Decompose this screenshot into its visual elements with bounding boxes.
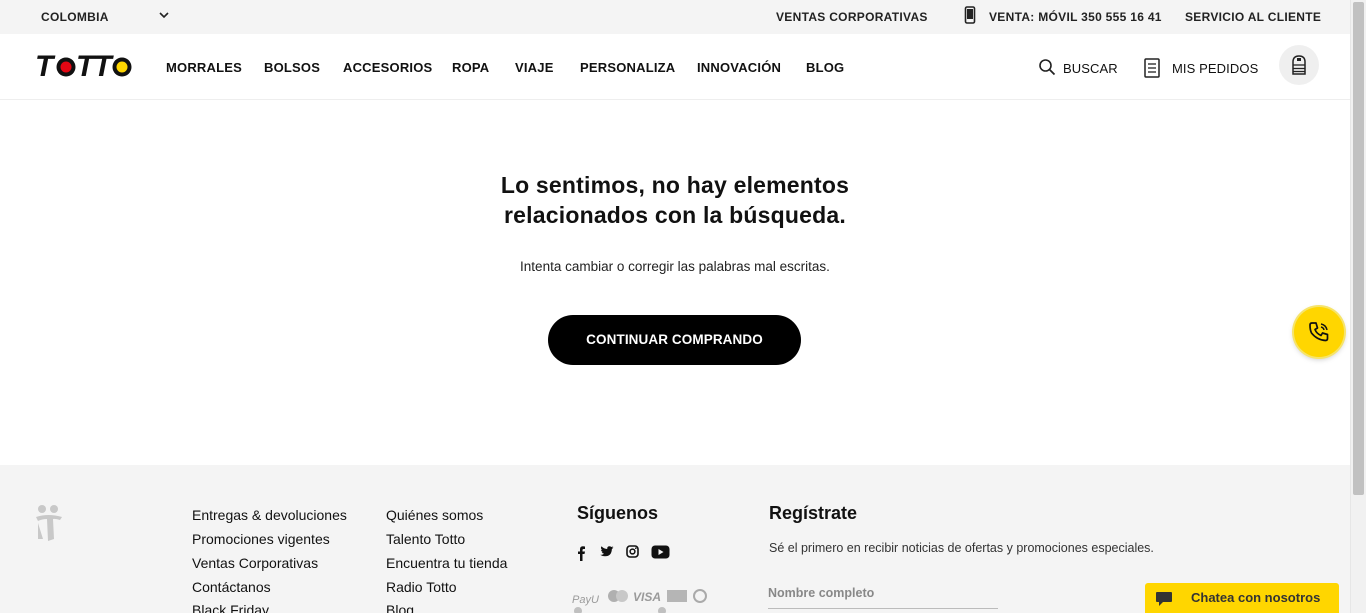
page: COLOMBIA VENTAS CORPORATIVAS VENTA: MÓVI…	[0, 0, 1366, 613]
no-results-subtitle: Intenta cambiar o corregir las palabras …	[520, 259, 830, 274]
facebook-icon[interactable]	[576, 545, 586, 561]
country-selector-label[interactable]: COLOMBIA	[41, 10, 109, 24]
corporate-sales-link[interactable]: VENTAS CORPORATIVAS	[776, 10, 928, 24]
mobile-phone-icon	[964, 6, 976, 24]
footer-link-talent[interactable]: Talento Totto	[386, 531, 465, 547]
full-name-input[interactable]	[768, 577, 998, 609]
nav-personaliza[interactable]: PERSONALIZA	[580, 60, 675, 75]
footer-link-corporate-sales[interactable]: Ventas Corporativas	[192, 555, 318, 571]
backpack-icon	[1292, 55, 1306, 75]
scrollbar-thumb[interactable]	[1353, 2, 1364, 495]
chat-label: Chatea con nosotros	[1191, 590, 1321, 605]
register-heading: Regístrate	[769, 503, 858, 523]
footer-link-radio[interactable]: Radio Totto	[386, 579, 457, 595]
svg-text:TT: TT	[76, 50, 114, 83]
twitter-icon[interactable]	[599, 545, 614, 559]
phone-sales-link[interactable]: VENTA: MÓVIL 350 555 16 41	[989, 10, 1162, 24]
nav-morrales[interactable]: MORRALES	[166, 60, 242, 75]
instagram-icon[interactable]	[626, 545, 639, 558]
footer-link-deliveries[interactable]: Entregas & devoluciones	[192, 507, 347, 523]
svg-text:T: T	[35, 50, 56, 83]
search-icon[interactable]	[1038, 58, 1056, 76]
search-button[interactable]: BUSCAR	[1063, 61, 1118, 76]
no-results-title-line2: relacionados con la búsqueda.	[504, 202, 846, 228]
nav-bolsos[interactable]: BOLSOS	[264, 60, 320, 75]
nav-accesorios[interactable]: ACCESORIOS	[343, 60, 432, 75]
footer-link-store-finder[interactable]: Encuentra tu tienda	[386, 555, 507, 571]
payment-logos: PayU VISA	[572, 589, 707, 613]
youtube-icon[interactable]	[651, 545, 670, 559]
footer-link-about[interactable]: Quiénes somos	[386, 507, 483, 523]
footer-link-promotions[interactable]: Promociones vigentes	[192, 531, 330, 547]
customer-service-link[interactable]: SERVICIO AL CLIENTE	[1185, 10, 1321, 24]
chevron-down-icon[interactable]	[158, 8, 170, 22]
call-button[interactable]	[1294, 307, 1344, 357]
top-bar: COLOMBIA VENTAS CORPORATIVAS VENTA: MÓVI…	[0, 0, 1350, 34]
totto-logo[interactable]: T TT	[35, 49, 137, 83]
visa-logo: VISA	[633, 590, 661, 604]
footer-link-blog[interactable]: Blog	[386, 602, 414, 613]
vertical-scrollbar[interactable]	[1350, 0, 1366, 613]
cart-button[interactable]	[1279, 45, 1319, 85]
social-heading: Síguenos	[577, 503, 659, 523]
register-description: Sé el primero en recibir noticias de ofe…	[769, 541, 1154, 555]
no-results-title-line1: Lo sentimos, no hay elementos	[500, 172, 850, 198]
phone-call-icon	[1309, 322, 1329, 342]
chat-button[interactable]: Chatea con nosotros	[1145, 583, 1339, 613]
footer-link-contact[interactable]: Contáctanos	[192, 579, 271, 595]
continue-shopping-button[interactable]: CONTINUAR COMPRANDO	[548, 315, 801, 365]
orders-list-icon[interactable]	[1144, 58, 1160, 78]
footer-link-black-friday[interactable]: Black Friday	[192, 602, 269, 613]
nav-blog[interactable]: BLOG	[806, 60, 844, 75]
chat-bubble-icon	[1156, 592, 1172, 606]
my-orders-link[interactable]: MIS PEDIDOS	[1172, 61, 1258, 76]
no-results-title: Lo sentimos, no hay elementos relacionad…	[400, 170, 950, 230]
nav-viaje[interactable]: VIAJE	[515, 60, 554, 75]
payu-logo: PayU	[572, 594, 599, 606]
main-header: T TT MORRALES BOLSOS ACCESORIOS ROPA VIA…	[0, 34, 1350, 100]
nav-innovacion[interactable]: INNOVACIÓN	[697, 60, 781, 75]
nav-ropa[interactable]: ROPA	[452, 60, 489, 75]
totto-mascot-logo	[36, 505, 62, 541]
